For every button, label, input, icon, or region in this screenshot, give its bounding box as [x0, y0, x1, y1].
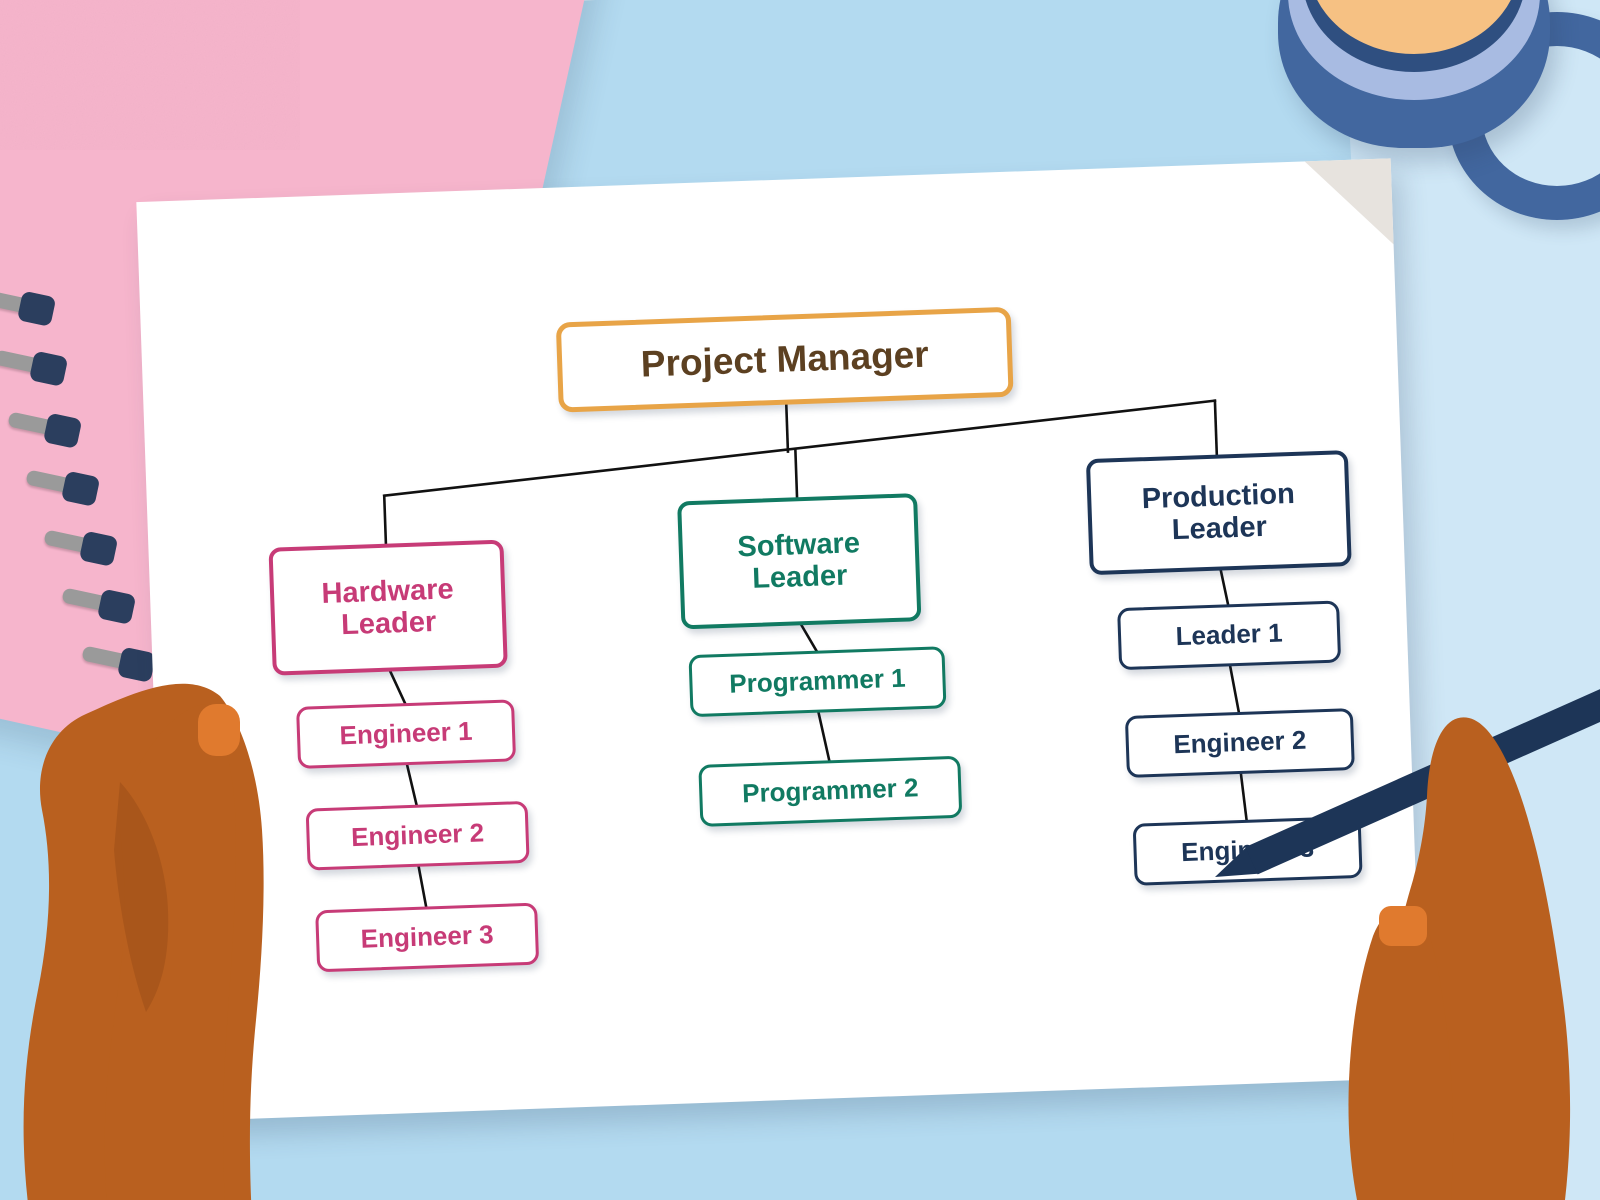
org-node-label: Project Manager — [640, 333, 930, 385]
org-node-label: Engineer 2 — [350, 817, 485, 853]
org-node-label: Engineer 1 — [339, 716, 473, 751]
org-node-label: Engineer 3 — [360, 919, 495, 955]
org-node-label: Hardware Leader — [320, 572, 455, 642]
org-node-label: Programmer 1 — [728, 663, 907, 700]
left-hand — [0, 660, 330, 1200]
org-node-label: Leader 1 — [1175, 617, 1284, 652]
org-node-sw1[interactable]: Programmer 1 — [688, 646, 947, 718]
org-node-pr1[interactable]: Leader 1 — [1117, 600, 1342, 671]
org-node-label: Programmer 2 — [741, 772, 919, 809]
org-node-sw2[interactable]: Programmer 2 — [698, 755, 963, 827]
org-node-hw[interactable]: Hardware Leader — [268, 539, 508, 676]
scene: Project Manager Hardware Leader Software Lea… — [0, 0, 1600, 1200]
org-node-pr[interactable]: Production Leader — [1085, 450, 1352, 576]
org-node-hw3[interactable]: Engineer 3 — [315, 902, 540, 973]
org-node-label: Software Leader — [736, 526, 861, 595]
right-hand — [1255, 700, 1600, 1200]
org-node-hw2[interactable]: Engineer 2 — [305, 800, 530, 871]
org-node-label: Production Leader — [1141, 477, 1296, 547]
org-node-pm[interactable]: Project Manager — [555, 306, 1014, 413]
org-node-sw[interactable]: Software Leader — [677, 493, 922, 630]
